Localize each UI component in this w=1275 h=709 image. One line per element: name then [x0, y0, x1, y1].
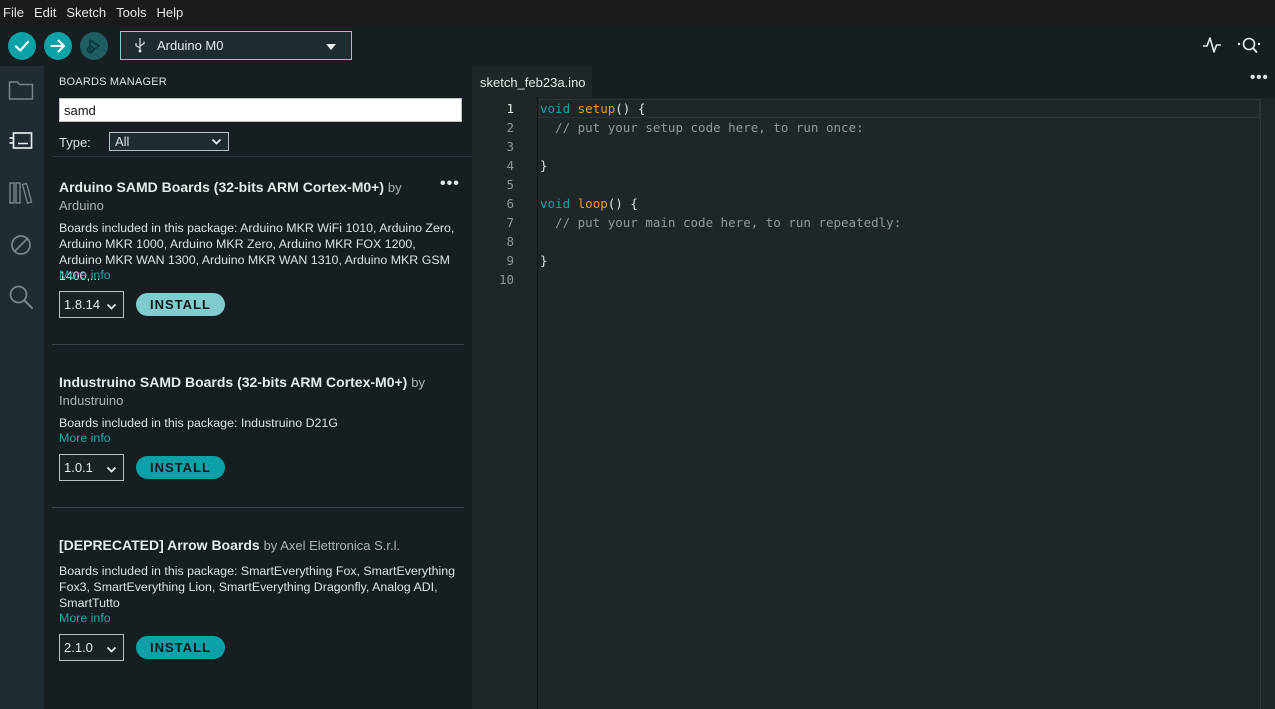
code-text: () { [615, 101, 646, 116]
menu-bar: File Edit Sketch Tools Help [0, 0, 1275, 25]
debug-disabled-icon [11, 235, 31, 255]
install-button[interactable]: INSTALL [136, 293, 225, 316]
board-author: Industruino [59, 393, 124, 408]
divider [52, 344, 464, 345]
serial-plotter-icon [1203, 37, 1221, 53]
board-selector[interactable]: Arduino M0 [120, 31, 352, 60]
panel-title: BOARDS MANAGER [59, 76, 167, 88]
code-line: } [540, 253, 548, 268]
boards-manager-panel: BOARDS MANAGER Type: All Arduino SAMD Bo… [44, 66, 472, 709]
version-value: 1.0.1 [64, 460, 93, 475]
menu-sketch[interactable]: Sketch [62, 0, 112, 25]
board-by: by [387, 180, 402, 195]
board-name: Industruino SAMD Boards (32-bits ARM Cor… [59, 374, 408, 390]
board-name: Arduino M0 [157, 38, 224, 53]
code-comment: // put your main code here, to run repea… [540, 215, 902, 230]
more-info-link[interactable]: More info [59, 268, 111, 282]
version-value: 2.1.0 [64, 640, 93, 655]
version-select[interactable]: 2.1.0 [59, 634, 124, 661]
board-by: by [411, 375, 425, 390]
version-select[interactable]: 1.8.14 [59, 291, 124, 318]
check-icon [14, 40, 30, 52]
menu-edit[interactable]: Edit [30, 0, 62, 25]
install-button[interactable]: INSTALL [136, 456, 225, 479]
debug-button[interactable] [80, 32, 108, 60]
code-editor: sketch_feb23a.ino ••• 1 2 3 4 5 6 7 8 9 … [472, 66, 1275, 709]
board-description: Boards included in this package: Arduino… [59, 221, 455, 283]
type-label: Type: [59, 135, 91, 150]
more-options-button[interactable]: ••• [440, 175, 460, 193]
code-line: void setup() { [540, 101, 645, 116]
chevron-down-icon [326, 44, 336, 50]
activity-bar [0, 66, 44, 709]
arrow-right-icon [50, 39, 65, 53]
code-area[interactable]: void setup() { // put your setup code he… [539, 98, 1260, 709]
debug-panel-button[interactable] [8, 232, 34, 258]
type-filter-value: All [115, 134, 130, 149]
verify-button[interactable] [8, 32, 36, 60]
serial-monitor-icon [1237, 37, 1261, 53]
more-info-link[interactable]: More info [59, 431, 111, 445]
line-number: 4 [506, 158, 514, 173]
keyword: void [540, 101, 571, 116]
board-name: [DEPRECATED] Arrow Boards [59, 537, 260, 553]
serial-monitor-button[interactable] [1237, 35, 1261, 60]
boards-search-input[interactable] [59, 98, 462, 122]
line-number: 7 [506, 215, 514, 230]
line-number: 9 [506, 253, 514, 268]
line-number: 10 [498, 272, 514, 287]
library-icon [9, 182, 33, 204]
boards-manager-icon [9, 132, 33, 149]
vertical-scrollbar[interactable] [1260, 98, 1275, 709]
chevron-down-icon [106, 646, 117, 653]
usb-icon [135, 38, 145, 53]
chevron-down-icon [106, 303, 117, 310]
code-line: } [540, 158, 548, 173]
tab-bar: sketch_feb23a.ino ••• [472, 66, 1275, 98]
line-number: 2 [506, 120, 514, 135]
toolbar: Arduino M0 [0, 25, 1275, 66]
board-description: Boards included in this package: Industr… [59, 416, 338, 430]
search-icon [9, 285, 33, 309]
type-filter-select[interactable]: All [109, 132, 229, 151]
board-name: Arduino SAMD Boards (32-bits ARM Cortex-… [59, 179, 385, 195]
line-number: 1 [506, 101, 514, 116]
folder-icon [8, 81, 34, 100]
divider [52, 156, 472, 157]
menu-tools[interactable]: Tools [112, 0, 152, 25]
sketchbook-button[interactable] [8, 77, 34, 103]
boards-manager-button[interactable] [8, 128, 34, 154]
search-panel-button[interactable] [8, 284, 34, 310]
more-options-button[interactable]: ••• [1250, 69, 1269, 86]
library-manager-button[interactable] [8, 180, 34, 206]
version-value: 1.8.14 [64, 297, 101, 312]
chevron-down-icon [211, 138, 222, 145]
tab-sketch[interactable]: sketch_feb23a.ino [472, 66, 592, 98]
code-text: () { [607, 196, 638, 211]
keyword: void [540, 196, 571, 211]
function-name: setup [577, 101, 616, 116]
line-number: 6 [506, 196, 514, 211]
code-line: void loop() { [540, 196, 638, 211]
code-comment: // put your setup code here, to run once… [540, 120, 864, 135]
function-name: loop [577, 196, 608, 211]
menu-help[interactable]: Help [152, 0, 189, 25]
line-number: 3 [506, 139, 514, 154]
more-info-link[interactable]: More info [59, 611, 111, 625]
line-number: 8 [506, 234, 514, 249]
debug-icon [86, 39, 100, 54]
chevron-down-icon [106, 466, 117, 473]
divider [52, 507, 464, 508]
board-description: Boards included in this package: SmartEv… [59, 564, 455, 610]
menu-file[interactable]: File [0, 0, 30, 25]
current-line-highlight [539, 99, 1260, 118]
line-number-gutter: 1 2 3 4 5 6 7 8 9 10 [472, 98, 538, 709]
board-author: Arduino [59, 198, 104, 213]
line-number: 5 [506, 177, 514, 192]
install-button[interactable]: INSTALL [136, 636, 225, 659]
serial-plotter-button[interactable] [1202, 35, 1222, 60]
board-by: by Axel Elettronica S.r.l. [263, 538, 401, 553]
version-select[interactable]: 1.0.1 [59, 454, 124, 481]
upload-button[interactable] [44, 32, 72, 60]
